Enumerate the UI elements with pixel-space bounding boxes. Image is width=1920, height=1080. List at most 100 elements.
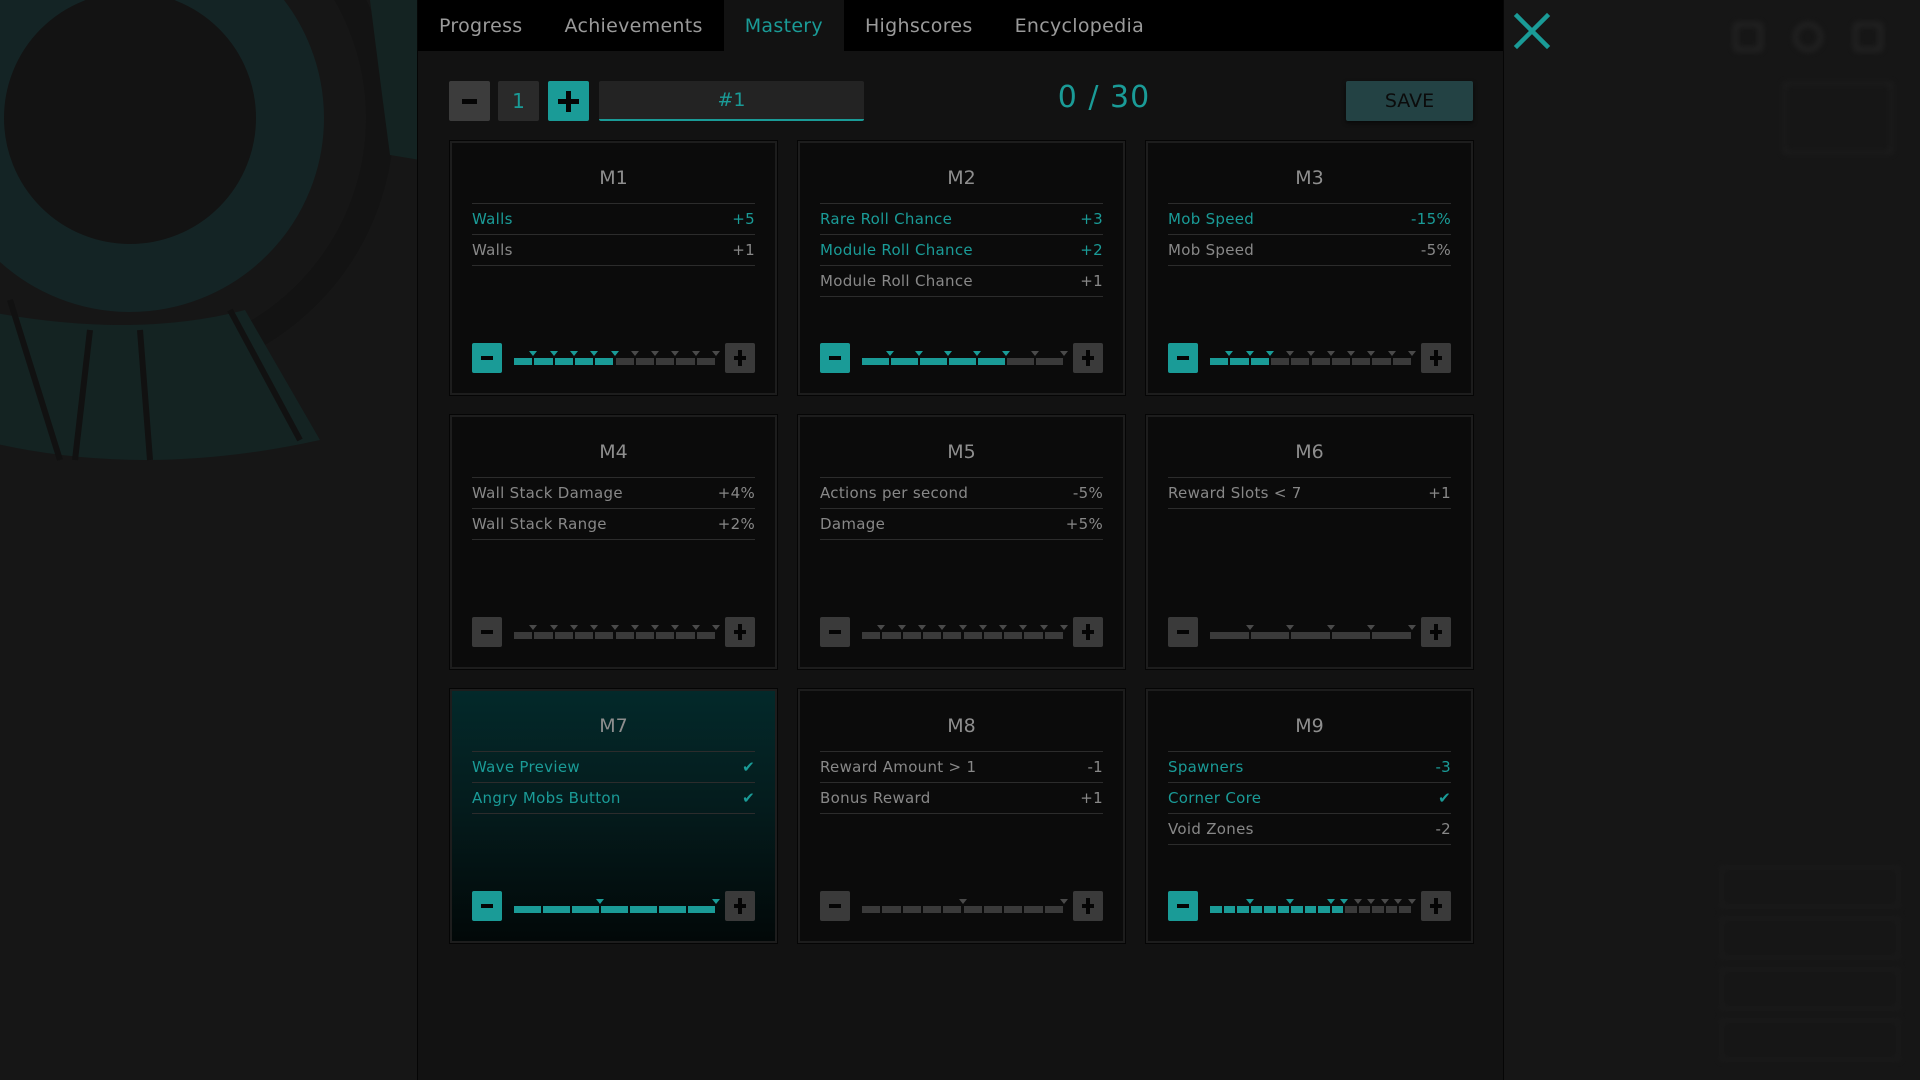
level-segment: [1230, 358, 1249, 365]
close-button[interactable]: [1513, 12, 1551, 50]
level-segment: [1372, 632, 1411, 639]
checkmark-icon: ✔: [742, 789, 755, 807]
tab-progress[interactable]: Progress: [418, 0, 543, 51]
level-segment: [949, 358, 976, 365]
unlock-marker: [1019, 625, 1028, 630]
preset-name-input[interactable]: [599, 81, 864, 121]
level-segment: [1250, 358, 1269, 365]
card-title: M6: [1295, 441, 1324, 463]
minus-icon: [829, 356, 841, 360]
level-increment-button[interactable]: [725, 343, 755, 373]
unlock-marker: [1245, 899, 1254, 904]
level-decrement-button[interactable]: [1168, 891, 1198, 921]
level-segment: [922, 906, 942, 913]
level-decrement-button[interactable]: [472, 343, 502, 373]
bonus-label: Damage: [820, 515, 886, 533]
level-track[interactable]: [514, 343, 720, 373]
level-decrement-button[interactable]: [472, 617, 502, 647]
mastery-card-m2: M2 Rare Roll Chance +3 Module Roll Chance +…: [797, 140, 1126, 396]
level-segment: [1311, 358, 1330, 365]
level-track[interactable]: [862, 343, 1068, 373]
level-track[interactable]: [1210, 343, 1416, 373]
level-slider: [472, 343, 755, 373]
level-track[interactable]: [862, 617, 1068, 647]
level-increment-button[interactable]: [725, 891, 755, 921]
level-decrement-button[interactable]: [820, 891, 850, 921]
menu-button: [1720, 917, 1900, 959]
unlock-marker: [1367, 625, 1376, 630]
level-decrement-button[interactable]: [1168, 343, 1198, 373]
level-track[interactable]: [514, 891, 720, 921]
level-segment: [1004, 632, 1023, 639]
level-increment-button[interactable]: [1421, 343, 1451, 373]
level-decrement-button[interactable]: [820, 617, 850, 647]
level-segment: [978, 358, 1005, 365]
unlock-marker: [549, 351, 558, 356]
minus-icon: [829, 630, 841, 634]
level-track[interactable]: [514, 617, 720, 647]
bonus-label: Angry Mobs Button: [472, 789, 621, 807]
preset-increment-button[interactable]: [548, 81, 589, 121]
unlock-marker: [958, 625, 967, 630]
unlock-marker: [1353, 899, 1362, 904]
level-segment: [1372, 906, 1384, 913]
unlock-marker: [712, 899, 720, 904]
bonus-list: Mob Speed -15% Mob Speed -5%: [1168, 203, 1451, 266]
level-slider: [472, 891, 755, 921]
unlock-marker: [1286, 625, 1295, 630]
checkmark-icon: ✔: [1438, 789, 1451, 807]
plus-icon-stem: [1086, 350, 1090, 366]
minus-icon: [829, 904, 841, 908]
unlock-marker: [590, 625, 599, 630]
level-decrement-button[interactable]: [1168, 617, 1198, 647]
level-increment-button[interactable]: [1421, 617, 1451, 647]
level-segment: [1392, 358, 1411, 365]
level-segment: [1223, 906, 1236, 913]
level-segment: [688, 906, 715, 913]
unlock-marker: [1265, 351, 1274, 356]
bonus-label: Bonus Reward: [820, 789, 931, 807]
bonus-label: Wall Stack Range: [472, 515, 607, 533]
level-increment-button[interactable]: [1073, 343, 1103, 373]
tab-achievements[interactable]: Achievements: [543, 0, 723, 51]
unlock-marker: [651, 625, 660, 630]
bonus-label: Module Roll Chance: [820, 272, 973, 290]
plus-icon-stem: [738, 350, 742, 366]
unlock-marker: [630, 625, 639, 630]
level-segment: [1044, 906, 1063, 913]
bonus-row: Module Roll Chance +2: [820, 235, 1103, 266]
level-segment: [1270, 358, 1290, 365]
bonus-row: Angry Mobs Button ✔: [472, 783, 755, 814]
level-increment-button[interactable]: [1421, 891, 1451, 921]
card-title: M9: [1295, 715, 1324, 737]
level-segment: [574, 632, 594, 639]
tab-mastery[interactable]: Mastery: [723, 0, 844, 51]
preset-decrement-button[interactable]: [449, 81, 490, 121]
unlock-marker: [877, 625, 886, 630]
save-button[interactable]: SAVE: [1346, 81, 1473, 121]
unlock-marker: [1245, 351, 1254, 356]
level-track[interactable]: [1210, 617, 1416, 647]
level-segment: [635, 632, 655, 639]
card-title: M8: [947, 715, 976, 737]
level-increment-button[interactable]: [725, 617, 755, 647]
level-segment: [601, 906, 628, 913]
level-track[interactable]: [1210, 891, 1416, 921]
level-decrement-button[interactable]: [820, 343, 850, 373]
level-segment: [534, 632, 553, 639]
unlock-marker: [1031, 351, 1039, 356]
bonus-row: Reward Slots < 7 +1: [1168, 478, 1451, 509]
level-segment: [1291, 632, 1330, 639]
card-title: M7: [599, 715, 628, 737]
tab-encyclopedia[interactable]: Encyclopedia: [994, 0, 1165, 51]
level-track[interactable]: [862, 891, 1068, 921]
level-segment: [1210, 906, 1222, 913]
level-segment: [656, 358, 675, 365]
mastery-card-m7: M7 Wave Preview ✔ Angry Mobs Button ✔: [449, 688, 778, 944]
level-segment: [1291, 358, 1310, 365]
level-decrement-button[interactable]: [472, 891, 502, 921]
level-increment-button[interactable]: [1073, 891, 1103, 921]
level-increment-button[interactable]: [1073, 617, 1103, 647]
tab-highscores[interactable]: Highscores: [844, 0, 994, 51]
plus-icon-stem: [738, 898, 742, 914]
